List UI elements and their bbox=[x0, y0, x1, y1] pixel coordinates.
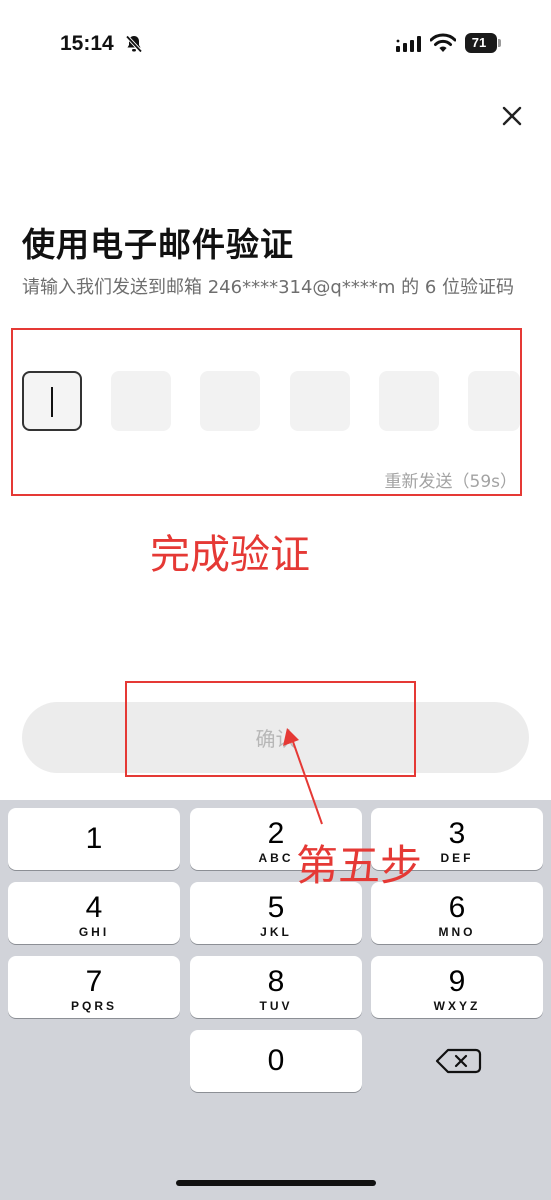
key-7[interactable]: 7 PQRS bbox=[8, 956, 180, 1018]
key-9-digit: 9 bbox=[448, 965, 466, 998]
code-digit-6[interactable] bbox=[468, 371, 520, 431]
page-title: 使用电子邮件验证 bbox=[22, 225, 294, 264]
key-8-letters: TUV bbox=[259, 999, 293, 1013]
code-digit-3[interactable] bbox=[200, 371, 260, 431]
home-indicator bbox=[176, 1180, 376, 1186]
signal-icon bbox=[396, 36, 421, 52]
bell-slash-icon bbox=[125, 35, 143, 53]
key-5-letters: JKL bbox=[260, 925, 292, 939]
key-0[interactable]: 0 bbox=[190, 1030, 362, 1092]
status-bar: 15:14 71 bbox=[0, 0, 551, 90]
code-digit-1[interactable] bbox=[22, 371, 82, 431]
key-4[interactable]: 4 GHI bbox=[8, 882, 180, 944]
key-8-digit: 8 bbox=[267, 965, 285, 998]
code-digit-5[interactable] bbox=[379, 371, 439, 431]
battery-icon: 71 bbox=[465, 33, 503, 55]
key-4-digit: 4 bbox=[85, 891, 103, 924]
key-1-digit: 1 bbox=[85, 822, 103, 855]
code-digit-2[interactable] bbox=[111, 371, 171, 431]
key-6-letters: MNO bbox=[438, 925, 476, 939]
battery-level: 71 bbox=[471, 35, 487, 50]
key-9-letters: WXYZ bbox=[433, 999, 481, 1013]
code-input-row[interactable] bbox=[22, 371, 532, 433]
backspace-icon[interactable] bbox=[370, 1030, 542, 1092]
close-icon[interactable] bbox=[498, 102, 526, 130]
wifi-icon bbox=[430, 33, 456, 52]
verification-description: 请输入我们发送到邮箱 246****314@q****m 的 6 位验证码 bbox=[22, 277, 515, 298]
key-1[interactable]: 1 bbox=[8, 808, 180, 870]
step-five-annotation: 第五步 bbox=[296, 841, 423, 890]
confirm-annotation-box bbox=[125, 681, 416, 777]
text-cursor bbox=[51, 387, 53, 417]
key-4-letters: GHI bbox=[78, 925, 110, 939]
code-digit-4[interactable] bbox=[290, 371, 350, 431]
resend-countdown[interactable]: 重新发送（59s） bbox=[385, 467, 518, 492]
key-9[interactable]: 9 WXYZ bbox=[371, 956, 543, 1018]
key-0-digit: 0 bbox=[267, 1044, 285, 1077]
key-7-letters: PQRS bbox=[70, 999, 117, 1013]
status-time: 15:14 bbox=[60, 32, 114, 55]
complete-verification-annotation: 完成验证 bbox=[150, 532, 310, 578]
key-6-digit: 6 bbox=[448, 891, 466, 924]
key-5-digit: 5 bbox=[267, 891, 285, 924]
key-7-digit: 7 bbox=[85, 965, 103, 998]
key-8[interactable]: 8 TUV bbox=[190, 956, 362, 1018]
